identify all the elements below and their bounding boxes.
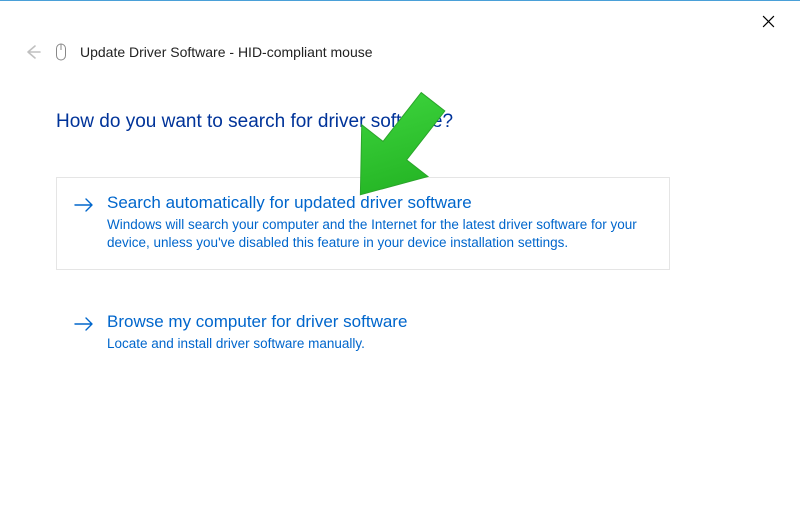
device-icon [54, 43, 68, 61]
close-icon [762, 15, 775, 28]
arrow-right-icon [73, 194, 95, 216]
option-body: Search automatically for updated driver … [107, 192, 653, 253]
option-description: Windows will search your computer and th… [107, 216, 653, 252]
titlebar [0, 1, 800, 37]
arrow-right-icon [73, 313, 95, 335]
back-button[interactable] [22, 42, 42, 62]
wizard-header: Update Driver Software - HID-compliant m… [0, 37, 800, 67]
option-description: Locate and install driver software manua… [107, 335, 653, 353]
content-area: How do you want to search for driver sof… [0, 67, 800, 370]
wizard-title: Update Driver Software - HID-compliant m… [80, 44, 373, 60]
option-title: Search automatically for updated driver … [107, 192, 653, 214]
page-heading: How do you want to search for driver sof… [56, 111, 744, 133]
option-search-automatically[interactable]: Search automatically for updated driver … [56, 177, 670, 270]
option-body: Browse my computer for driver software L… [107, 311, 653, 353]
option-browse-computer[interactable]: Browse my computer for driver software L… [56, 296, 670, 370]
back-arrow-icon [23, 43, 41, 61]
option-title: Browse my computer for driver software [107, 311, 653, 333]
close-button[interactable] [750, 7, 786, 35]
